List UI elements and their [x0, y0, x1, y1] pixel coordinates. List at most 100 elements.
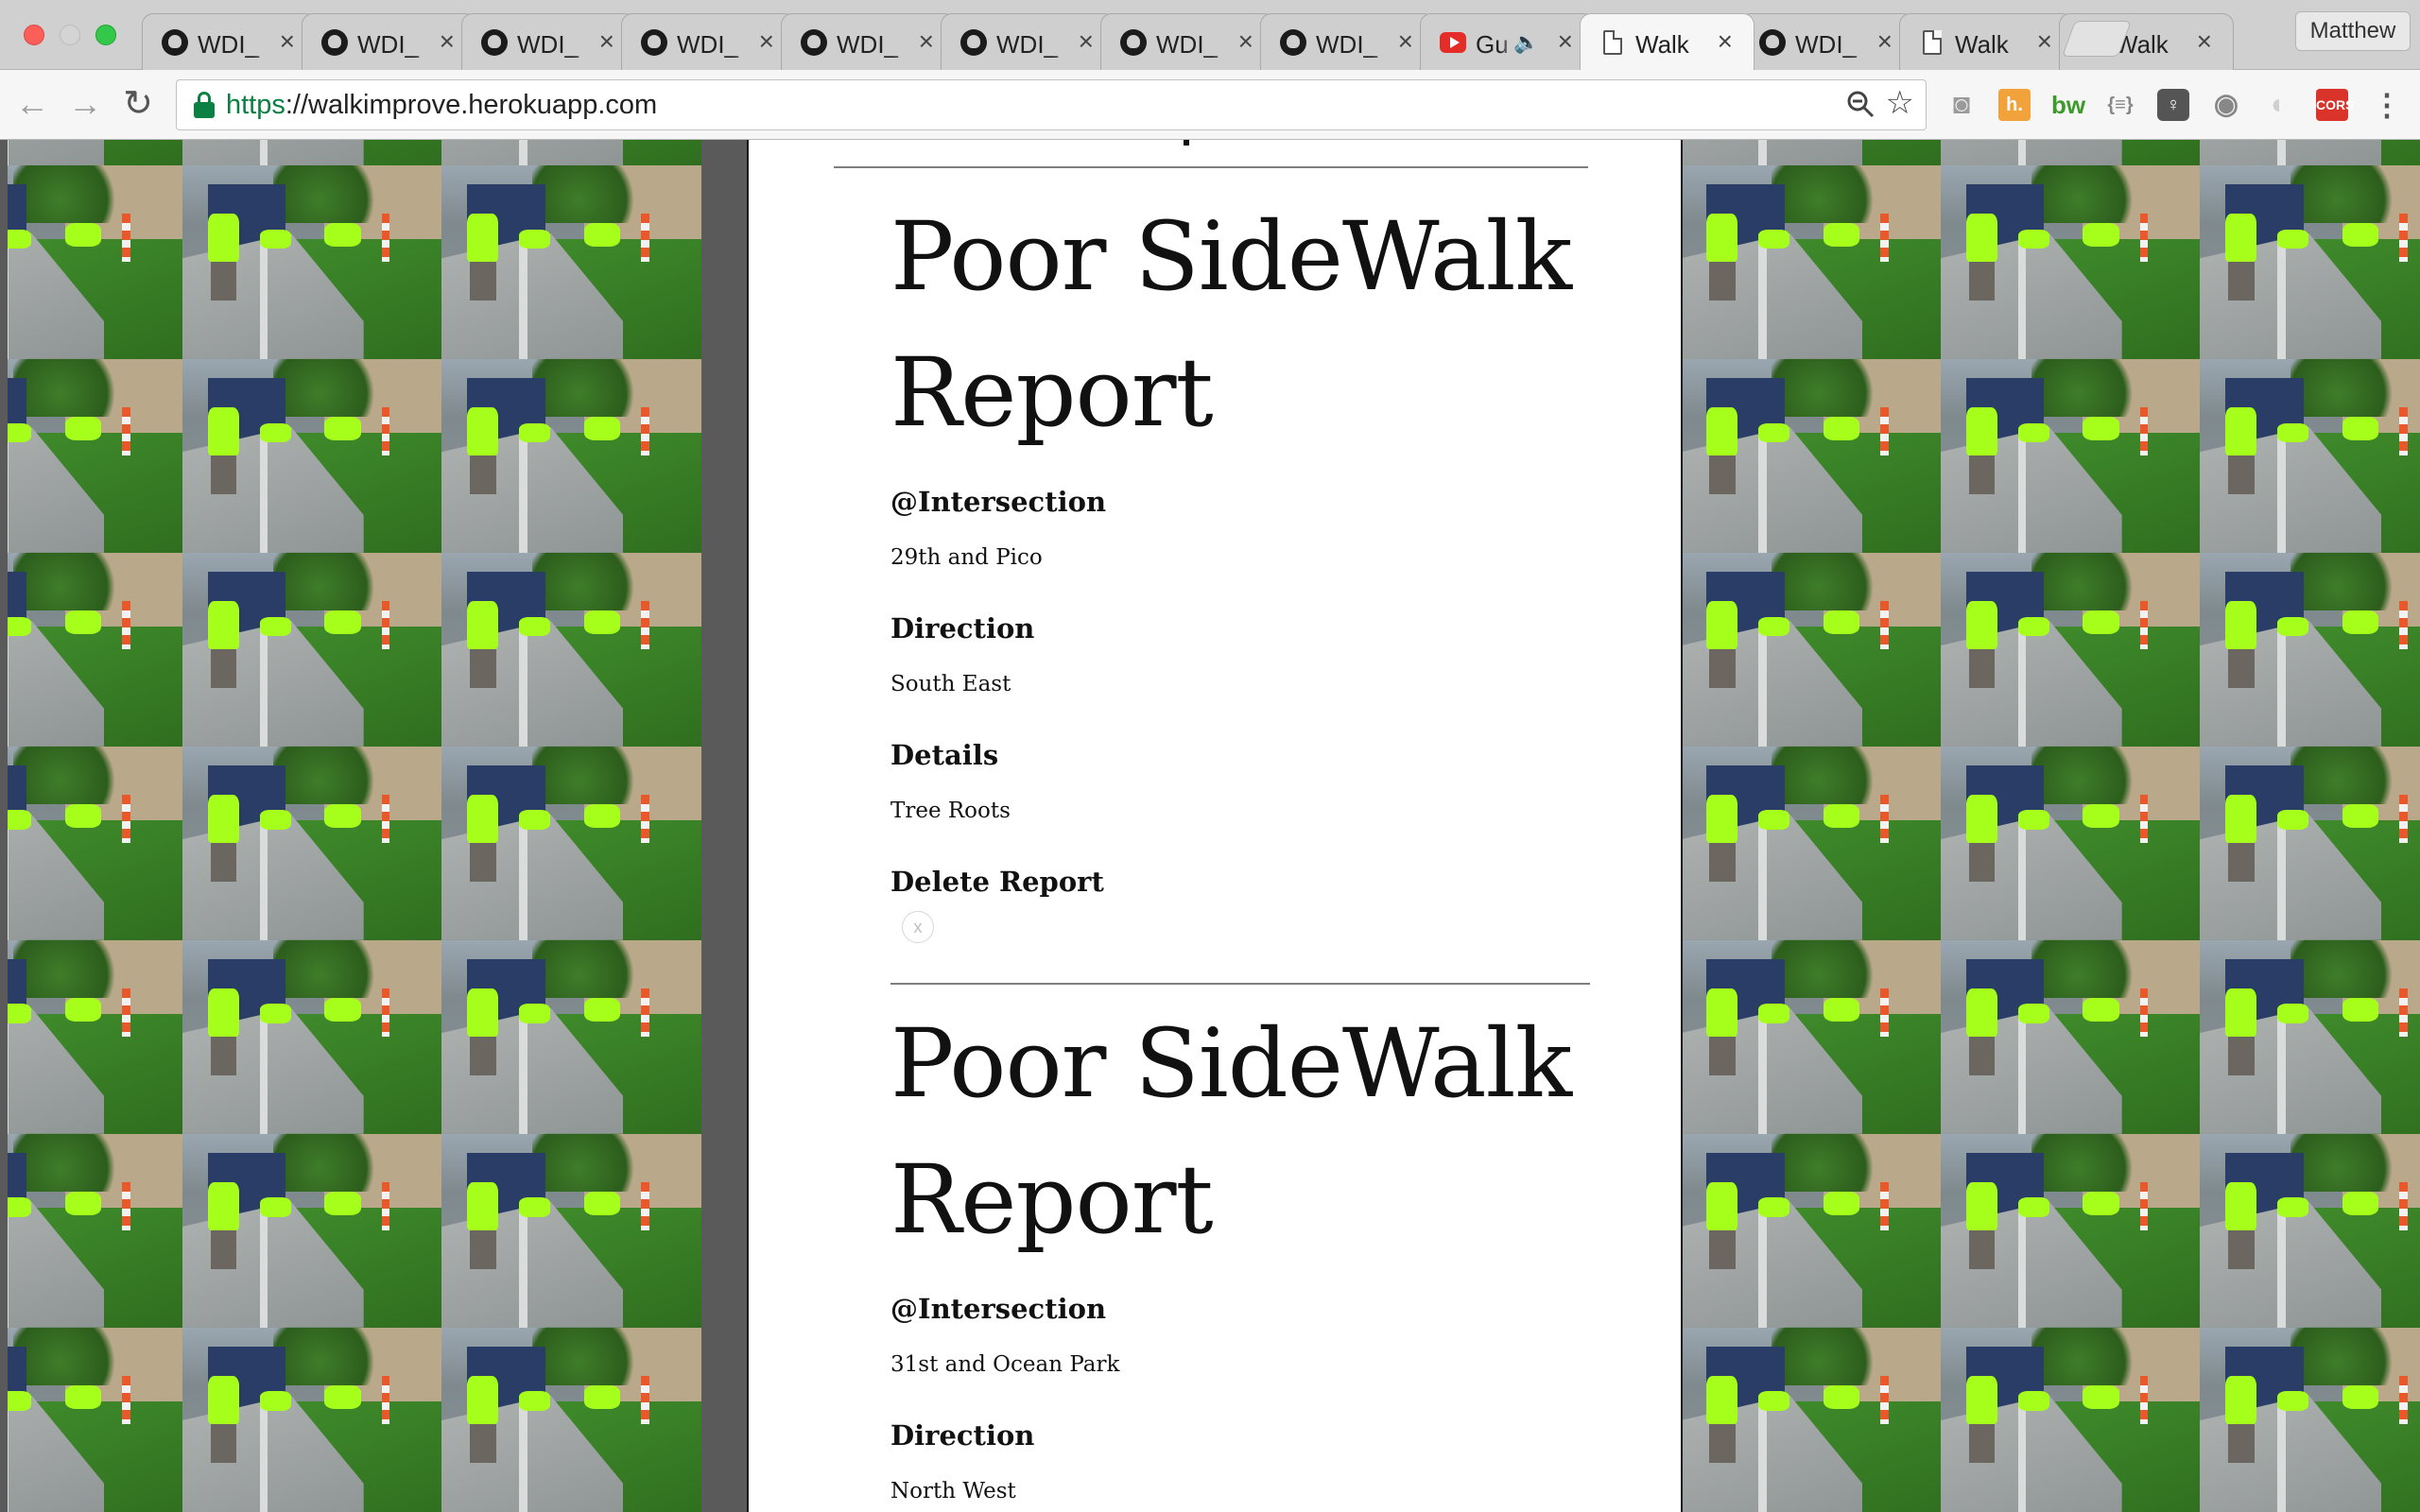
- json-viewer-icon[interactable]: {≡}: [2104, 89, 2136, 121]
- moon-icon[interactable]: ◐: [2263, 89, 2295, 121]
- report-card: Poor SideWalk Report @Intersection 29th …: [890, 189, 1590, 943]
- tab-title: Walk: [1635, 30, 1689, 59]
- delete-report-button[interactable]: x: [902, 911, 934, 943]
- browser-tab[interactable]: WDI_ ×: [941, 13, 1115, 70]
- tab-title: Gu: [1476, 30, 1509, 59]
- sidewalk-repair-photo: [1683, 1327, 1941, 1512]
- tab-title: WDI_: [357, 30, 419, 59]
- tab-close-icon[interactable]: ×: [599, 27, 614, 56]
- window-close-button[interactable]: [24, 25, 44, 45]
- tab-close-icon[interactable]: ×: [919, 27, 934, 56]
- background-photo-tiles-right: [1683, 140, 2420, 1512]
- hypothesis-icon[interactable]: h.: [1998, 89, 2031, 121]
- sidewalk-repair-photo: [8, 746, 182, 940]
- sidewalk-repair-photo: [2200, 164, 2420, 359]
- direction-value: South East: [890, 672, 1011, 696]
- arrow-right-icon: →: [68, 84, 102, 123]
- browser-tab[interactable]: WDI_ ×: [621, 13, 796, 70]
- sidewalk-repair-photo: [2200, 1133, 2420, 1328]
- sidewalk-repair-photo: [182, 939, 441, 1134]
- intersection-value: 29th and Pico: [890, 545, 1043, 570]
- record-icon[interactable]: ◉: [2210, 89, 2242, 121]
- browser-tab[interactable]: WDI_ ×: [781, 13, 956, 70]
- sidewalk-repair-photo: [1940, 939, 2200, 1134]
- sidewalk-repair-photo: [1683, 164, 1941, 359]
- tab-close-icon[interactable]: ×: [759, 27, 774, 56]
- browser-tab[interactable]: WDI_ ×: [461, 13, 636, 70]
- tab-close-icon[interactable]: ×: [1877, 27, 1893, 56]
- bw-icon[interactable]: bw: [2051, 89, 2085, 121]
- tab-title: Walk: [2115, 30, 2169, 59]
- forward-button[interactable]: →: [66, 85, 104, 123]
- tab-close-icon[interactable]: ×: [1079, 27, 1094, 56]
- address-bar[interactable]: https://walkimprove.herokuapp.com ☆: [176, 79, 1927, 130]
- sidewalk-repair-photo: [2200, 1327, 2420, 1512]
- url-host: ://walkimprove.herokuapp.com: [285, 90, 658, 120]
- browser-tab[interactable]: WDI_ ×: [1260, 13, 1435, 70]
- speaker-icon[interactable]: 🔈: [1513, 30, 1539, 55]
- sidewalk-repair-photo: [8, 939, 182, 1134]
- sidewalk-repair-photo: [2200, 552, 2420, 747]
- github-icon: [1759, 29, 1786, 56]
- tab-close-icon[interactable]: ×: [440, 27, 455, 56]
- tab-title: WDI_: [517, 30, 579, 59]
- sidewalk-repair-photo: [441, 1327, 701, 1512]
- browser-tab[interactable]: Gu 🔈 ×: [1420, 13, 1595, 70]
- url-text[interactable]: https://walkimprove.herokuapp.com: [226, 90, 657, 121]
- report-card: Poor SideWalk Report @Intersection 31st …: [890, 996, 1590, 1512]
- tab-close-icon[interactable]: ×: [1718, 27, 1733, 56]
- sidewalk-repair-photo: [441, 164, 701, 359]
- browser-tab[interactable]: WDI_ ×: [142, 13, 317, 70]
- github-icon: [1120, 29, 1147, 56]
- github-icon: [641, 29, 667, 56]
- browser-tab[interactable]: WDI_ ×: [302, 13, 476, 70]
- lock-icon[interactable]: [194, 92, 215, 118]
- details-label: Details: [890, 739, 999, 771]
- browser-tab[interactable]: WDI_ ×: [1739, 13, 1914, 70]
- sidewalk-repair-photo: [8, 164, 182, 359]
- sidewalk-repair-photo: [2200, 140, 2420, 165]
- lightbulb-icon[interactable]: ♀: [2157, 89, 2189, 121]
- github-icon: [481, 29, 508, 56]
- sidewalk-repair-photo: [182, 164, 441, 359]
- browser-tab[interactable]: Walk ×: [1580, 13, 1754, 70]
- sidewalk-repair-photo: [182, 1133, 441, 1328]
- sidewalk-repair-photo: [8, 140, 182, 165]
- tab-close-icon[interactable]: ×: [1398, 27, 1413, 56]
- document-icon: [1599, 29, 1626, 56]
- clipped-heading-fragment: [1184, 140, 1189, 146]
- tab-close-icon[interactable]: ×: [280, 27, 295, 56]
- bookmark-star-icon[interactable]: ☆: [1886, 84, 1914, 122]
- window-maximize-button[interactable]: [95, 25, 116, 45]
- browser-tab[interactable]: Walk ×: [1899, 13, 2074, 70]
- tab-title: WDI_: [1156, 30, 1218, 59]
- window-minimize-button[interactable]: [60, 25, 80, 45]
- profile-button[interactable]: Matthew: [2295, 11, 2411, 51]
- page-viewport[interactable]: Poor SideWalk Report @Intersection 29th …: [0, 140, 2420, 1512]
- sidewalk-repair-photo: [1940, 140, 2200, 165]
- menu-icon[interactable]: ⋮: [2371, 89, 2403, 121]
- divider: [890, 983, 1590, 985]
- sidewalk-repair-photo: [441, 746, 701, 940]
- direction-label: Direction: [890, 612, 1035, 644]
- sidewalk-repair-photo: [441, 939, 701, 1134]
- arrow-left-icon: ←: [15, 84, 49, 123]
- reload-button[interactable]: ↻: [119, 85, 157, 123]
- sidewalk-repair-photo: [182, 1327, 441, 1512]
- sidewalk-repair-photo: [1683, 552, 1941, 747]
- zoom-icon[interactable]: [1846, 90, 1875, 118]
- sidewalk-repair-photo: [441, 140, 701, 165]
- tab-close-icon[interactable]: ×: [2037, 27, 2052, 56]
- sidewalk-repair-photo: [182, 552, 441, 747]
- tab-close-icon[interactable]: ×: [1558, 27, 1573, 56]
- tab-close-icon[interactable]: ×: [1238, 27, 1253, 56]
- browser-tab[interactable]: WDI_ ×: [1100, 13, 1275, 70]
- back-button[interactable]: ←: [13, 85, 51, 123]
- tab-title: WDI_: [677, 30, 738, 59]
- tab-close-icon[interactable]: ×: [2197, 27, 2212, 56]
- sidewalk-repair-photo: [8, 1133, 182, 1328]
- camera-icon[interactable]: ◙: [1945, 89, 1978, 121]
- tab-title: WDI_: [1795, 30, 1857, 59]
- tab-list: WDI_ × WDI_ × WDI_ × WDI_ × WDI_ × WDI_ × WDI_ × WDI_ ×…: [142, 13, 2234, 70]
- cors-icon[interactable]: CORS: [2316, 89, 2354, 121]
